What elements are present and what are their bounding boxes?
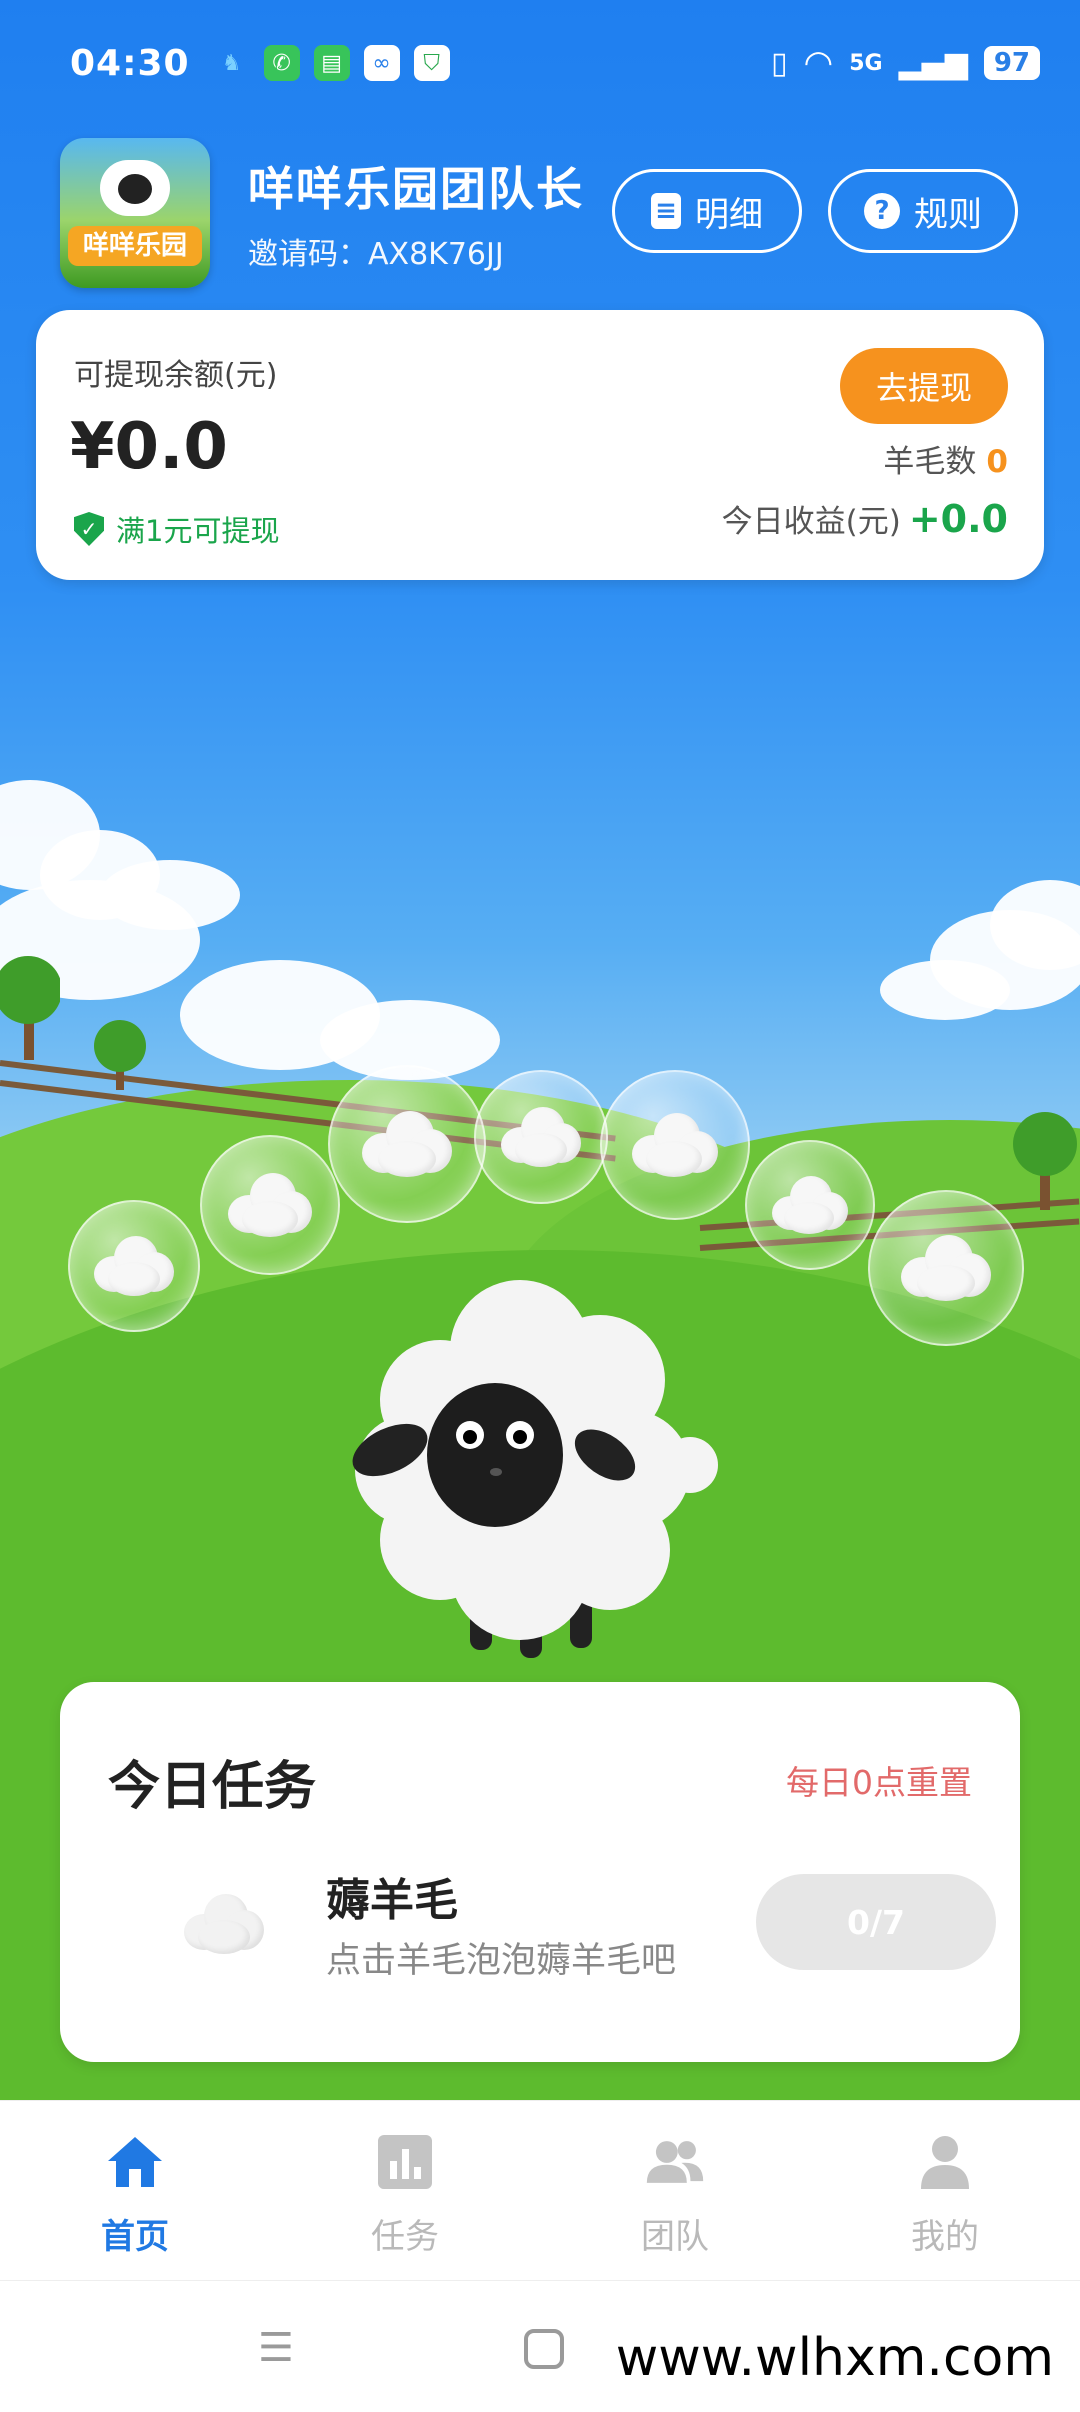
detail-button-label: 明细 xyxy=(695,194,763,235)
balance-amount: ¥0.0 xyxy=(70,410,228,484)
tab-tasks-label: 任务 xyxy=(371,2217,439,2257)
detail-button[interactable]: ≡ 明细 xyxy=(612,169,802,253)
vibrate-icon: ▯ xyxy=(771,45,788,81)
logo-text: 咩咩乐园 xyxy=(68,225,202,266)
task-progress-button[interactable]: 0/7 xyxy=(756,1874,996,1970)
wool-bubble[interactable] xyxy=(200,1135,340,1275)
wool-bubble[interactable] xyxy=(745,1140,875,1270)
menu-nav-icon[interactable]: ☰ xyxy=(258,2325,294,2371)
today-income-label: 今日收益(元) xyxy=(721,504,901,540)
rules-button[interactable]: ? 规则 xyxy=(828,169,1018,253)
rules-button-label: 规则 xyxy=(914,194,982,235)
sheep-character[interactable] xyxy=(320,1250,740,1670)
question-icon: ? xyxy=(864,193,900,229)
wool-bubble[interactable] xyxy=(68,1200,200,1332)
chart-icon xyxy=(375,2133,435,2191)
tab-profile[interactable]: 我的 xyxy=(810,2101,1080,2280)
status-bar: 04:30 ♞ ✆ ▤ ∞ ⛉ ▯ ◠ 5G ▂▄▆ 97 xyxy=(70,38,1040,88)
tab-tasks[interactable]: 任务 xyxy=(270,2101,540,2280)
tab-team-label: 团队 xyxy=(641,2217,709,2257)
tab-profile-label: 我的 xyxy=(911,2217,979,2257)
task-description: 点击羊毛泡泡薅羊毛吧 xyxy=(326,1941,677,1981)
security-notification-icon: ⛉ xyxy=(413,45,450,81)
team-icon xyxy=(645,2133,705,2191)
balance-label: 可提现余额(元) xyxy=(74,358,278,393)
tab-team[interactable]: 团队 xyxy=(540,2101,810,2280)
task-reset-note: 每日0点重置 xyxy=(786,1763,972,1802)
today-income: 今日收益(元) +0.0 xyxy=(722,496,1008,541)
wool-icon xyxy=(184,1894,264,1954)
app-title: 咩咩乐园团队长 xyxy=(248,161,584,216)
wool-count-label: 羊毛数 xyxy=(883,444,977,480)
home-icon xyxy=(105,2133,165,2191)
wifi-icon: ◠ xyxy=(803,43,834,83)
app-logo: 咩咩乐园 xyxy=(60,137,210,288)
bottom-tab-bar: 首页 任务 团队 我的 xyxy=(0,2100,1080,2280)
task-name: 薅羊毛 xyxy=(326,1875,458,1926)
watermark: www.wlhxm.com xyxy=(609,2328,1060,2388)
daily-task-card: 今日任务 每日0点重置 薅羊毛 点击羊毛泡泡薅羊毛吧 0/7 xyxy=(60,1682,1020,2062)
phone-notification-icon: ✆ xyxy=(263,45,300,81)
clipboard-icon: ≡ xyxy=(651,193,681,229)
tab-home-label: 首页 xyxy=(101,2217,169,2257)
qq-notification-icon: ♞ xyxy=(221,50,242,76)
wool-count-value: 0 xyxy=(986,444,1008,480)
tree-icon xyxy=(94,1020,146,1090)
balance-card: 可提现余额(元) ¥0.0 ✓ 满1元可提现 去提现 羊毛数 0 今日收益(元) +… xyxy=(36,310,1044,580)
person-icon xyxy=(915,2133,975,2191)
tree-icon xyxy=(0,956,60,1060)
today-income-value: +0.0 xyxy=(908,497,1008,541)
wool-bubble[interactable] xyxy=(868,1190,1024,1346)
network-type: 5G xyxy=(849,50,883,76)
home-nav-icon[interactable] xyxy=(524,2329,564,2369)
tab-home[interactable]: 首页 xyxy=(0,2101,270,2280)
message-notification-icon: ▤ xyxy=(313,45,350,81)
withdraw-condition: ✓ 满1元可提现 xyxy=(74,508,279,550)
invite-code[interactable]: 邀请码：AX8K76JJ xyxy=(248,229,584,273)
status-time: 04:30 xyxy=(70,42,190,84)
wool-bubble[interactable] xyxy=(600,1070,750,1220)
wool-bubble[interactable] xyxy=(328,1065,486,1223)
withdraw-condition-text: 满1元可提现 xyxy=(116,514,280,548)
app-header: 咩咩乐园 咩咩乐园团队长 邀请码：AX8K76JJ ≡ 明细 ? 规则 xyxy=(60,135,1030,290)
shield-check-icon: ✓ xyxy=(74,512,104,546)
signal-icon: ▂▄▆ xyxy=(898,45,968,81)
task-item: 薅羊毛 点击羊毛泡泡薅羊毛吧 0/7 xyxy=(124,1850,996,2000)
wool-bubble[interactable] xyxy=(474,1070,608,1204)
tree-icon xyxy=(1013,1112,1077,1210)
task-title: 今日任务 xyxy=(108,1757,317,1817)
app-notification-icon: ∞ xyxy=(363,45,400,81)
wool-count: 羊毛数 0 xyxy=(883,436,1008,481)
battery-level: 97 xyxy=(983,46,1040,80)
withdraw-button[interactable]: 去提现 xyxy=(840,348,1008,424)
